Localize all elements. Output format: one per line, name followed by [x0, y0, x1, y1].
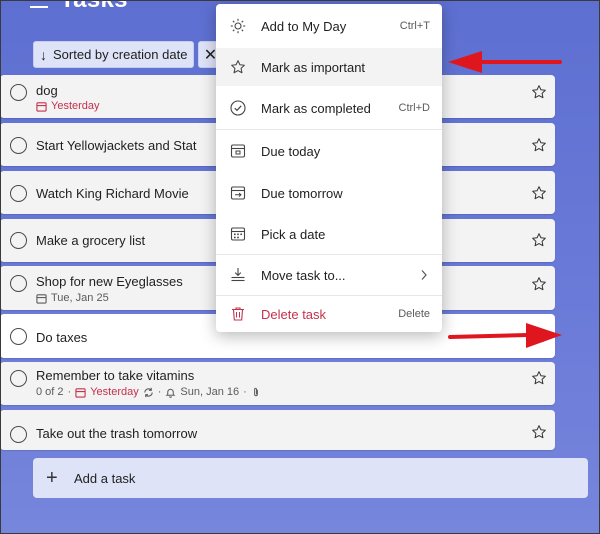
menu-item-label: Add to My Day	[261, 18, 347, 34]
move-task-icon	[231, 268, 245, 282]
due-date: Yesterday	[51, 100, 100, 112]
annotation-arrow-right	[448, 323, 562, 348]
complete-checkbox[interactable]	[10, 185, 27, 202]
complete-checkbox[interactable]	[10, 370, 27, 387]
menu-item-delete-task[interactable]: Delete task Delete	[216, 296, 442, 332]
menu-item-label: Due today	[261, 143, 321, 159]
menu-item-mark-as-completed[interactable]: Mark as completed Ctrl+D	[216, 89, 442, 127]
menu-item-label: Delete task	[261, 306, 327, 322]
task-title: Take out the trash tomorrow	[36, 426, 198, 441]
complete-checkbox[interactable]	[10, 84, 27, 101]
menu-item-label: Pick a date	[261, 226, 326, 242]
menu-item-move-task[interactable]: Move task to...	[216, 256, 442, 294]
menu-item-due-tomorrow[interactable]: Due tomorrow	[216, 174, 442, 212]
calendar-next-icon	[230, 186, 246, 200]
menu-item-shortcut: Delete	[398, 308, 430, 320]
task-meta: Tue, Jan 25	[36, 292, 109, 304]
task-title: Remember to take vitamins	[36, 368, 195, 383]
task-title: Shop for new Eyeglasses	[36, 274, 183, 289]
plus-icon: +	[46, 466, 58, 489]
annotation-arrow-left	[448, 51, 562, 73]
menu-divider	[216, 254, 442, 255]
star-icon[interactable]	[531, 84, 547, 100]
sort-arrow-icon: ↓	[40, 46, 47, 63]
hamburger-icon[interactable]	[30, 0, 48, 10]
calendar-today-icon	[230, 144, 246, 158]
bell-icon	[166, 388, 176, 398]
star-icon[interactable]	[531, 232, 547, 248]
check-circle-icon	[230, 100, 246, 116]
sort-chip[interactable]: ↓ Sorted by creation date	[33, 41, 195, 68]
star-icon[interactable]	[531, 185, 547, 201]
calendar-icon	[36, 293, 47, 304]
task-context-menu: Add to My Day Ctrl+T Mark as important M…	[216, 4, 442, 332]
menu-item-pick-a-date[interactable]: Pick a date	[216, 215, 442, 253]
star-icon	[231, 60, 245, 74]
complete-checkbox[interactable]	[10, 275, 27, 292]
calendar-icon	[75, 387, 86, 398]
complete-checkbox[interactable]	[10, 328, 27, 345]
task-row[interactable]: Remember to take vitamins 0 of 2 · Yeste…	[0, 362, 555, 405]
task-title: dog	[36, 83, 58, 98]
due-date: Tue, Jan 25	[51, 292, 109, 304]
star-icon[interactable]	[531, 137, 547, 153]
reminder-date: Sun, Jan 16	[180, 386, 240, 398]
app-header: Tasks	[30, 0, 128, 14]
menu-divider	[216, 129, 442, 130]
complete-checkbox[interactable]	[10, 137, 27, 154]
star-icon[interactable]	[531, 424, 547, 440]
menu-item-label: Move task to...	[261, 267, 346, 283]
task-title: Do taxes	[36, 330, 88, 345]
menu-item-mark-as-important[interactable]: Mark as important	[216, 48, 442, 86]
task-title: Start Yellowjackets and Stat	[36, 138, 197, 153]
complete-checkbox[interactable]	[10, 232, 27, 249]
menu-item-shortcut: Ctrl+T	[399, 20, 430, 32]
add-task-placeholder: Add a task	[74, 470, 136, 486]
sun-icon	[230, 18, 246, 34]
sort-label: Sorted by creation date	[53, 47, 188, 62]
menu-item-label: Mark as important	[261, 59, 366, 75]
sort-bar: ↓ Sorted by creation date ✕	[33, 41, 223, 68]
menu-item-label: Due tomorrow	[261, 185, 343, 201]
task-title: Make a grocery list	[36, 233, 146, 248]
chevron-right-icon	[421, 270, 427, 280]
due-date: Yesterday	[90, 386, 139, 398]
calendar-grid-icon	[230, 227, 246, 241]
calendar-icon	[36, 101, 47, 112]
task-meta: Yesterday	[36, 100, 100, 112]
star-icon[interactable]	[531, 276, 547, 292]
trash-icon	[232, 307, 244, 321]
menu-item-shortcut: Ctrl+D	[398, 102, 430, 114]
task-meta: 0 of 2 · Yesterday · Sun, Jan 16 ·	[36, 386, 261, 398]
steps-count: 0 of 2	[36, 386, 64, 398]
complete-checkbox[interactable]	[10, 426, 27, 443]
task-row[interactable]: Take out the trash tomorrow	[0, 410, 555, 450]
repeat-icon	[144, 387, 153, 397]
star-icon[interactable]	[531, 370, 547, 386]
menu-item-due-today[interactable]: Due today	[216, 132, 442, 170]
page-title: Tasks	[60, 0, 128, 14]
menu-item-label: Mark as completed	[261, 100, 371, 116]
add-task-input[interactable]: + Add a task	[33, 458, 588, 498]
attachment-icon	[253, 387, 258, 396]
task-title: Watch King Richard Movie	[36, 186, 189, 201]
menu-item-add-to-my-day[interactable]: Add to My Day Ctrl+T	[216, 7, 442, 45]
